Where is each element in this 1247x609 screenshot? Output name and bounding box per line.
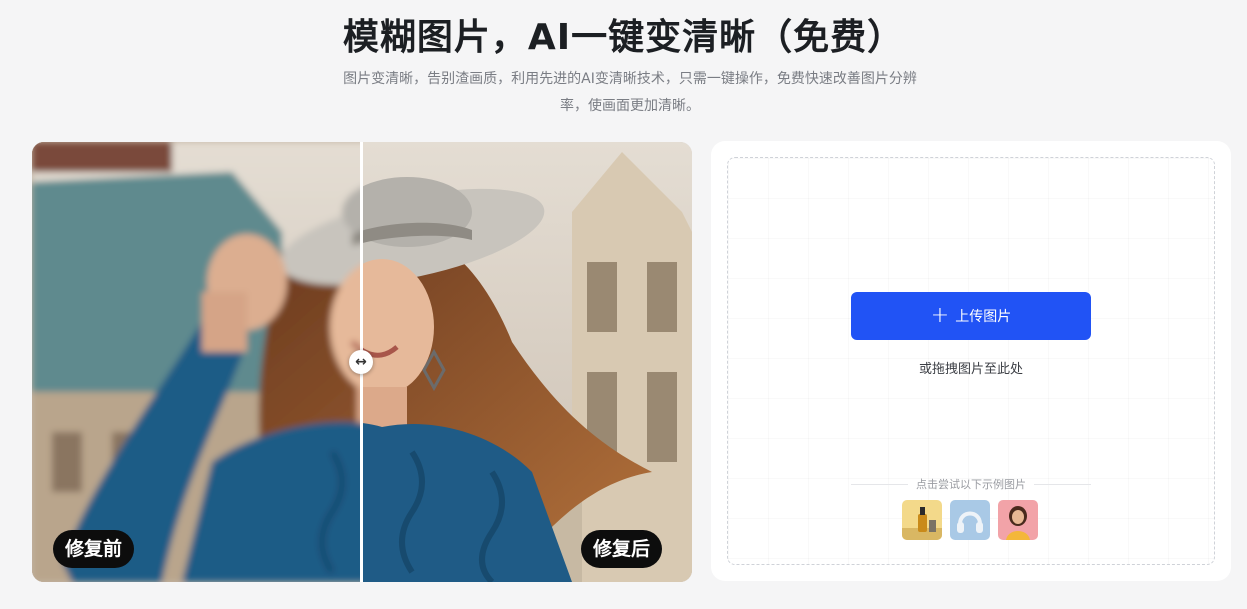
upload-panel: + 上传图片 或拖拽图片至此处 点击尝试以下示例图片 xyxy=(711,141,1231,581)
sample-thumbnails xyxy=(902,500,1038,540)
drop-zone[interactable]: + 上传图片 或拖拽图片至此处 点击尝试以下示例图片 xyxy=(727,157,1215,565)
page-subtitle: 图片变清晰，告别渣画质，利用先进的AI变清晰技术，只需一键操作，免费快速改善图片… xyxy=(343,71,917,114)
page-title: 模糊图片，AI一键变清晰（免费） xyxy=(342,17,905,58)
samples-header: 点击尝试以下示例图片 xyxy=(851,476,1091,492)
divider-line xyxy=(1034,483,1091,485)
plus-icon: + xyxy=(930,303,950,328)
before-label: 修复前 xyxy=(53,530,135,568)
divider-line xyxy=(851,483,908,485)
after-label: 修复后 xyxy=(581,530,663,568)
sample-thumb-portrait[interactable] xyxy=(998,500,1038,540)
left-right-arrows-icon[interactable]: ↔ xyxy=(349,350,373,374)
samples-label: 点击尝试以下示例图片 xyxy=(916,478,1026,491)
drag-hint: 或拖拽图片至此处 xyxy=(918,362,1023,377)
sample-thumb-headphones[interactable] xyxy=(950,500,990,540)
before-after-compare[interactable]: ↔ 修复前 修复后 xyxy=(32,142,692,582)
page: 模糊图片，AI一键变清晰（免费） 图片变清晰，告别渣画质，利用先进的AI变清晰技… xyxy=(0,0,1247,609)
sample-thumb-serum[interactable] xyxy=(902,500,942,540)
upload-button-label: 上传图片 xyxy=(955,309,1012,325)
upload-image-button[interactable]: + 上传图片 xyxy=(851,292,1091,340)
